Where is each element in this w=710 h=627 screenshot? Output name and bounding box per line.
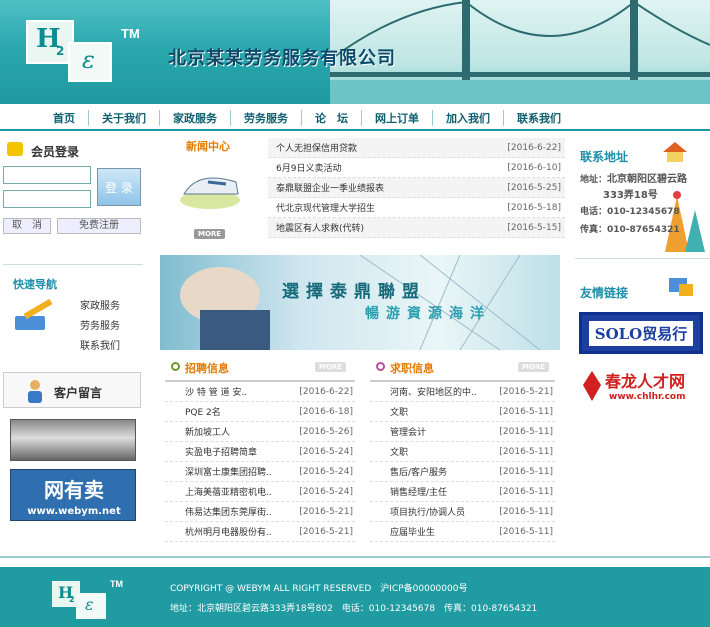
nav-join[interactable]: 加入我们: [433, 109, 504, 126]
list-item[interactable]: 泰鼎联盟企业一季业绩报表 [2016-5-25]: [268, 178, 565, 198]
jobs-section: 招聘信息 MORE 沙 特 管 道 安.. [2016-6-22] PQE 2名[…: [165, 358, 355, 544]
quick-nav-contact[interactable]: 联系我们: [80, 337, 120, 352]
footer-divider: [0, 556, 710, 558]
list-item[interactable]: 销售经理/主任 [2016-5-11]: [370, 482, 555, 502]
ad-banner-webym[interactable]: 网有卖 www.webym.net: [10, 469, 136, 521]
list-item[interactable]: 新加坡工人 [2016-5-26]: [165, 422, 355, 442]
jobs-bullet-icon: [171, 362, 180, 371]
webym-title: 网有卖: [44, 478, 104, 502]
nav-domestic[interactable]: 家政服务: [160, 109, 231, 126]
left-column: 会员登录 登 录 取 消 免费注册 快速导航 家政服务 劳务服务 联系我们 客户…: [3, 134, 143, 534]
message-box[interactable]: 客户留言: [3, 372, 141, 408]
trademark: TM: [121, 26, 140, 41]
news-section: 新闻中心 MORE 个人无担保信用贷款 [2016-6-22] 6月9日义卖活动[…: [160, 134, 565, 246]
contact-fax: 传真：010-87654321: [580, 225, 680, 235]
list-item[interactable]: 售后/客户服务 [2016-5-11]: [370, 462, 555, 482]
quick-nav-domestic[interactable]: 家政服务: [80, 297, 120, 312]
seek-section: 求职信息 MORE 河南、安阳地区的中.. [2016-5-21] 文职 [2016…: [370, 358, 555, 544]
banner-line2: 暢游資源海洋: [365, 306, 491, 322]
main-column: 新闻中心 MORE 个人无担保信用贷款 [2016-6-22] 6月9日义卖活动[…: [160, 134, 565, 544]
cancel-button[interactable]: 取 消: [3, 218, 51, 234]
right-column: 联系地址 地址：北京朝阳区碧云路 333弄18号 电话：010-12345678…: [575, 134, 710, 534]
list-item[interactable]: 地震区有人求救(代转) [2016-5-15]: [268, 218, 565, 238]
link-chlr[interactable]: 春龙人才网 www.chlhr.com: [579, 366, 703, 406]
footer-address: 地址：北京朝阳区碧云路333弄18号802 电话：010-12345678 传真…: [170, 604, 538, 614]
contact-address-line1: 北京朝阳区碧云路: [607, 174, 688, 185]
contact-title: 联系地址: [580, 150, 629, 164]
list-item[interactable]: 文职 [2016-5-11]: [370, 402, 555, 422]
list-item[interactable]: PQE 2名 [2016-6-18]: [165, 402, 355, 422]
contact-phone: 电话：010-12345678: [580, 207, 680, 217]
list-item[interactable]: 深圳富士康集团招聘.. [2016-5-24]: [165, 462, 355, 482]
logo[interactable]: H 2 ε: [18, 16, 114, 82]
footer-tm: TM: [110, 579, 123, 589]
webym-url: www.webym.net: [27, 506, 121, 517]
main-nav: 首页 关于我们 家政服务 劳务服务 论 坛 网上订单 加入我们 联系我们: [0, 106, 710, 131]
footer-logo: H 2 ε: [52, 581, 112, 621]
login-title: 会员登录: [31, 145, 80, 159]
seek-list: 河南、安阳地区的中.. [2016-5-21] 文职 [2016-5-11] 管理会…: [370, 380, 555, 542]
link-chlr-url: www.chlhr.com: [609, 392, 686, 402]
register-button[interactable]: 免费注册: [57, 218, 141, 234]
jobs-more-button[interactable]: MORE: [315, 362, 347, 372]
list-item[interactable]: 实盈电子招聘简章 [2016-5-24]: [165, 442, 355, 462]
links-title: 友情链接: [580, 286, 629, 300]
username-input[interactable]: [3, 166, 91, 184]
seek-bullet-icon: [376, 362, 385, 371]
list-item[interactable]: 项目执行/协调人员 [2016-5-11]: [370, 502, 555, 522]
quick-nav-labor[interactable]: 劳务服务: [80, 317, 120, 332]
news-list: 个人无担保信用贷款 [2016-6-22] 6月9日义卖活动 [2016-6-10]…: [268, 138, 565, 238]
nav-labor[interactable]: 劳务服务: [231, 109, 302, 126]
login-box: 会员登录 登 录 取 消 免费注册: [3, 134, 143, 244]
header-banner: H 2 ε TM 北京某某劳务服务有限公司: [0, 0, 710, 104]
list-item[interactable]: 个人无担保信用贷款 [2016-6-22]: [268, 138, 565, 158]
news-title: 新闻中心: [186, 140, 230, 153]
person-icon: [26, 379, 44, 403]
jobs-list: 沙 特 管 道 安.. [2016-6-22] PQE 2名 [2016-6-18]…: [165, 380, 355, 542]
nav-about[interactable]: 关于我们: [89, 109, 160, 126]
link-solo[interactable]: SOLO贸易行: [579, 312, 703, 354]
login-button[interactable]: 登 录: [97, 168, 141, 206]
contact-box: 联系地址 地址：北京朝阳区碧云路 333弄18号 电话：010-12345678…: [575, 134, 710, 259]
key-icon: [7, 142, 23, 156]
list-item[interactable]: 上海美蓓亚精密机电.. [2016-5-24]: [165, 482, 355, 502]
links-box: 友情链接 SOLO贸易行 春龙人才网 www.chlhr.com: [575, 266, 710, 416]
quick-nav-title: 快速导航: [13, 278, 57, 291]
list-item[interactable]: 文职 [2016-5-11]: [370, 442, 555, 462]
link-solo-label: SOLO贸易行: [587, 319, 695, 347]
pencil-icon: [13, 298, 59, 334]
list-item[interactable]: 管理会计 [2016-5-11]: [370, 422, 555, 442]
list-item[interactable]: 应届毕业生 [2016-5-11]: [370, 522, 555, 542]
ad-banner-glass[interactable]: [10, 419, 136, 461]
nav-forum[interactable]: 论 坛: [302, 109, 362, 126]
password-input[interactable]: [3, 190, 91, 208]
quick-nav: 快速导航 家政服务 劳务服务 联系我们: [3, 272, 143, 362]
company-name: 北京某某劳务服务有限公司: [168, 48, 396, 69]
footer-copyright: COPYRIGHT @ WEBYM ALL RIGHT RESERVED 沪IC…: [170, 584, 468, 594]
banner-line1: 選擇泰鼎聯盟: [282, 282, 426, 302]
link-icon: [665, 274, 695, 298]
train-icon: [178, 160, 242, 210]
banner-image: 選擇泰鼎聯盟 暢游資源海洋: [160, 255, 560, 350]
contact-address-line2: 333弄18号: [603, 190, 658, 201]
list-item[interactable]: 沙 特 管 道 安.. [2016-6-22]: [165, 382, 355, 402]
house-icon: [661, 140, 689, 162]
jobs-title: 招聘信息: [185, 362, 229, 375]
list-item[interactable]: 6月9日义卖活动 [2016-6-10]: [268, 158, 565, 178]
list-item[interactable]: 伟易达集团东莞厚街.. [2016-5-21]: [165, 502, 355, 522]
list-item[interactable]: 代北京现代管理大学招生 [2016-5-18]: [268, 198, 565, 218]
nav-home[interactable]: 首页: [40, 109, 89, 126]
seek-title: 求职信息: [390, 362, 434, 375]
news-more-button[interactable]: MORE: [194, 229, 226, 239]
list-item[interactable]: 河南、安阳地区的中.. [2016-5-21]: [370, 382, 555, 402]
footer: H 2 ε TM COPYRIGHT @ WEBYM ALL RIGHT RES…: [0, 567, 710, 627]
nav-order[interactable]: 网上订单: [362, 109, 433, 126]
list-item[interactable]: 杭州明月电器股份有.. [2016-5-21]: [165, 522, 355, 542]
divider: [3, 264, 143, 265]
message-title: 客户留言: [54, 386, 103, 400]
contact-address-label: 地址：: [580, 175, 608, 185]
nav-contact[interactable]: 联系我们: [504, 110, 574, 126]
seek-more-button[interactable]: MORE: [518, 362, 550, 372]
link-chlr-label: 春龙人才网: [605, 372, 686, 391]
